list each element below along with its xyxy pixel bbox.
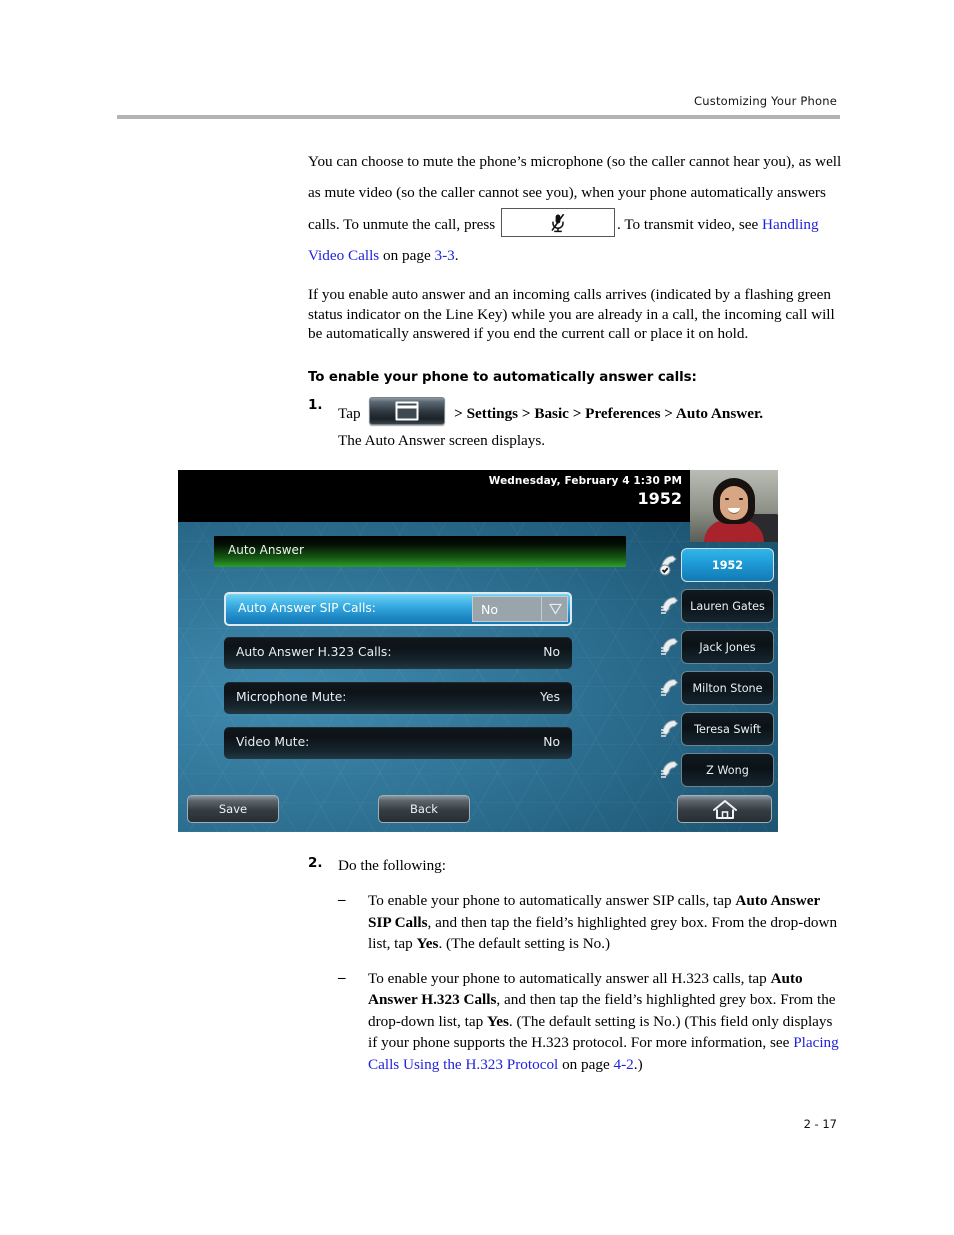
- avatar-face: [720, 486, 748, 520]
- line-key-label-1: 1952: [711, 558, 744, 572]
- bullet-2-text-d: on page: [558, 1055, 614, 1073]
- line-key-label-2: Lauren Gates: [690, 599, 765, 613]
- field-value-auto-answer-h323: No: [543, 645, 560, 659]
- page-header: Customizing Your Phone: [117, 92, 837, 110]
- avatar-eye-right: [739, 498, 743, 500]
- section-heading-enable-auto-answer: To enable your phone to automatically an…: [308, 369, 697, 385]
- save-button-label: Save: [218, 802, 248, 816]
- bullet-2-text-e: .): [633, 1055, 643, 1073]
- bullet-dash-1: –: [338, 892, 346, 908]
- step-1-number: 1.: [308, 396, 323, 413]
- dropdown-value-auto-answer-sip: No: [481, 601, 499, 617]
- home-button[interactable]: [677, 795, 772, 823]
- back-button-label: Back: [410, 802, 438, 816]
- field-value-video-mute: No: [543, 735, 560, 749]
- phone-extension: 1952: [637, 489, 682, 508]
- phone-status-bar: Wednesday, February 4 1:30 PM 1952: [178, 470, 778, 542]
- back-button[interactable]: Back: [378, 795, 470, 823]
- bullet-h323-calls: – To enable your phone to automatically …: [338, 968, 842, 1076]
- line-key-4[interactable]: Milton Stone: [658, 671, 774, 705]
- phone-title-bar: Auto Answer: [214, 536, 626, 567]
- step-2: 2. Do the following:: [308, 855, 842, 877]
- dropdown-divider: [541, 597, 542, 621]
- line-key-label-3: Jack Jones: [699, 640, 756, 654]
- header-title: Customizing Your Phone: [694, 94, 837, 108]
- line-key-3[interactable]: Jack Jones: [658, 630, 774, 664]
- line-key-5[interactable]: Teresa Swift: [658, 712, 774, 746]
- field-label-auto-answer-sip: Auto Answer SIP Calls:: [238, 601, 376, 615]
- step-2-number: 2.: [308, 855, 323, 871]
- chevron-down-icon[interactable]: [549, 603, 562, 615]
- home-icon: [712, 800, 737, 819]
- header-divider: [117, 115, 840, 119]
- dropdown-auto-answer-sip[interactable]: No: [472, 596, 568, 622]
- phone-status-text: Wednesday, February 4 1:30 PM 1952: [489, 475, 682, 508]
- save-button[interactable]: Save: [187, 795, 279, 823]
- page-number: 2 - 17: [803, 1117, 837, 1131]
- line-key-label-6: Z Wong: [706, 763, 749, 777]
- line-key-button-6[interactable]: Z Wong: [681, 753, 774, 787]
- line-key-label-5: Teresa Swift: [694, 722, 761, 736]
- paragraph-mute-period: .: [454, 247, 459, 264]
- step-1-breadcrumb: > Settings > Basic > Preferences > Auto …: [454, 404, 764, 422]
- line-keys-panel: 1952 Lauren Gates Jack Jones Milton Ston…: [658, 548, 774, 794]
- document-content-lower: 2. Do the following: – To enable your ph…: [308, 855, 842, 1075]
- link-page-4-2[interactable]: 4-2: [614, 1056, 634, 1073]
- line-key-button-4[interactable]: Milton Stone: [681, 671, 774, 705]
- field-row-auto-answer-h323[interactable]: Auto Answer H.323 Calls: No: [224, 637, 572, 669]
- step-2-lead: Do the following:: [338, 857, 446, 874]
- field-row-auto-answer-sip[interactable]: Auto Answer SIP Calls: No: [224, 592, 572, 626]
- microphone-mute-icon: [551, 213, 565, 232]
- menu-window-icon: [395, 401, 419, 421]
- bullet-1-text-c: . (The default setting is No.): [438, 935, 611, 952]
- line-key-1[interactable]: 1952: [658, 548, 774, 582]
- bullet-1-bold-b: Yes: [416, 935, 439, 952]
- step-1: 1. Tap > Settings > Basic > Preferences …: [308, 396, 842, 452]
- field-label-microphone-mute: Microphone Mute:: [236, 690, 347, 704]
- bullet-sip-calls: – To enable your phone to automatically …: [338, 890, 842, 955]
- home-key-graphic: [369, 396, 446, 425]
- line-key-label-4: Milton Stone: [692, 681, 763, 695]
- paragraph-mute-intro: You can choose to mute the phone’s micro…: [308, 146, 842, 271]
- bullet-2-text-a: To enable your phone to automatically an…: [368, 969, 771, 987]
- avatar-eye-left: [725, 498, 729, 500]
- field-row-video-mute[interactable]: Video Mute: No: [224, 727, 572, 759]
- step-1-tap-label: Tap: [338, 404, 361, 422]
- bullet-dash-2: –: [338, 969, 346, 986]
- paragraph-mute-text-2: . To transmit video, see: [617, 216, 759, 233]
- field-value-microphone-mute: Yes: [540, 690, 560, 704]
- link-page-3-3[interactable]: 3-3: [434, 247, 454, 264]
- line-key-2[interactable]: Lauren Gates: [658, 589, 774, 623]
- avatar: [690, 470, 778, 542]
- line-key-button-5[interactable]: Teresa Swift: [681, 712, 774, 746]
- line-key-button-1[interactable]: 1952: [681, 548, 774, 582]
- bullet-2-bold-b: Yes: [486, 1012, 509, 1030]
- field-row-microphone-mute[interactable]: Microphone Mute: Yes: [224, 682, 572, 714]
- bullet-1-text-a: To enable your phone to automatically an…: [368, 892, 736, 909]
- phone-datetime: Wednesday, February 4 1:30 PM: [488, 475, 682, 487]
- phone-screen-screenshot: Wednesday, February 4 1:30 PM 1952 Auto …: [178, 470, 778, 832]
- line-key-button-3[interactable]: Jack Jones: [681, 630, 774, 664]
- avatar-smile: [728, 508, 740, 514]
- field-label-auto-answer-h323: Auto Answer H.323 Calls:: [236, 645, 392, 659]
- phone-title-label: Auto Answer: [228, 543, 304, 557]
- field-label-video-mute: Video Mute:: [236, 735, 310, 749]
- line-key-button-2[interactable]: Lauren Gates: [681, 589, 774, 623]
- line-key-6[interactable]: Z Wong: [658, 753, 774, 787]
- paragraph-mute-text-3: on page: [383, 247, 431, 264]
- step-1-result: The Auto Answer screen displays.: [338, 431, 546, 449]
- paragraph-auto-answer-behavior: If you enable auto answer and an incomin…: [308, 286, 835, 343]
- soft-key-bar: Save Back: [178, 788, 778, 832]
- mute-key-graphic: [501, 208, 615, 237]
- document-content: You can choose to mute the phone’s micro…: [308, 146, 842, 456]
- step-1-body: Tap > Settings > Basic > Preferences > A…: [338, 396, 842, 452]
